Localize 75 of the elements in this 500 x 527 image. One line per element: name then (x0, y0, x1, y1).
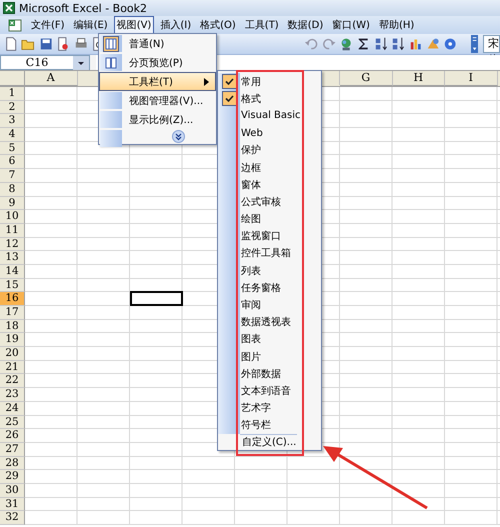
row-header[interactable]: 19 (0, 333, 25, 348)
menu-item[interactable]: 数据透视表 (218, 314, 321, 331)
menu-item[interactable]: 工具(T) (242, 16, 282, 34)
menu-item[interactable]: 图片 (218, 348, 321, 366)
menu-item[interactable]: 控件工具箱 (218, 244, 321, 262)
menu-item[interactable]: 编辑(E) (70, 16, 111, 34)
menu-item[interactable]: 格式(O) (197, 16, 239, 34)
row-header[interactable]: 11 (0, 224, 25, 238)
row-header[interactable]: 9 (0, 196, 25, 210)
menu-item[interactable]: 窗体 (218, 176, 321, 194)
menu-item[interactable]: 工具栏(T) (99, 72, 216, 91)
menu-item[interactable]: 监视窗口 (218, 228, 321, 245)
menu-item[interactable]: 任务窗格 (218, 279, 321, 296)
row-header[interactable]: 6 (0, 155, 25, 170)
menu-item[interactable]: 文本到语音 (218, 382, 321, 400)
menu-item[interactable]: 显示比例(Z)... (99, 110, 216, 129)
menu-item[interactable]: 帮助(H) (376, 16, 418, 34)
menu-item[interactable]: 符号栏 (218, 416, 321, 434)
row-header[interactable]: 13 (0, 251, 25, 265)
menu-item[interactable]: 插入(I) (157, 16, 194, 34)
window-title: Microsoft Excel - Book2 (19, 2, 148, 14)
row-header[interactable]: 3 (0, 114, 25, 128)
row-header[interactable]: 17 (0, 306, 25, 320)
row-header[interactable]: 27 (0, 442, 25, 457)
menu-item[interactable]: 绘图 (218, 210, 321, 228)
column-header[interactable]: G (340, 71, 392, 86)
menu-item[interactable]: 边框 (218, 158, 321, 176)
menu-item[interactable]: Visual Basic (218, 107, 321, 125)
row-header[interactable]: 22 (0, 374, 25, 388)
name-box-value: C16 (24, 56, 50, 69)
menu-item[interactable]: 常用 (218, 73, 321, 90)
row-header[interactable]: 15 (0, 278, 25, 292)
row-header[interactable]: 8 (0, 182, 25, 196)
row-header[interactable]: 7 (0, 169, 25, 183)
name-box[interactable]: C16 (0, 55, 90, 70)
row-header[interactable]: 18 (0, 320, 25, 334)
font-field[interactable]: 宋 (482, 35, 500, 53)
menu-item[interactable]: 视图(V) (114, 16, 154, 34)
row-header[interactable]: 29 (0, 470, 25, 484)
row-header[interactable]: 26 (0, 429, 25, 443)
row-header[interactable]: 16 (0, 292, 25, 306)
menu-item[interactable]: 保护 (218, 142, 321, 159)
row-header[interactable]: 23 (0, 388, 25, 402)
menu-item[interactable]: 窗口(W) (329, 16, 373, 34)
menu-item[interactable]: 数据(D) (284, 16, 326, 34)
menu-item[interactable]: 审阅 (218, 296, 321, 314)
menu-item[interactable]: 普通(N) (99, 34, 216, 53)
row-header[interactable]: 24 (0, 402, 25, 416)
menu-item[interactable]: Web (218, 124, 321, 142)
row-header[interactable]: 20 (0, 347, 25, 361)
menu-item[interactable]: 图表 (218, 330, 321, 348)
row-header[interactable]: 2 (0, 100, 25, 114)
row-header[interactable]: 31 (0, 498, 25, 512)
menu-item[interactable]: 艺术字 (218, 400, 321, 417)
menu-item[interactable]: 格式 (218, 90, 321, 108)
menu-item[interactable]: 视图管理器(V)... (99, 91, 216, 110)
row-header[interactable]: 14 (0, 264, 25, 279)
row-header[interactable]: 32 (0, 511, 25, 525)
menu-item[interactable]: 公式审核 (218, 193, 321, 210)
row-header[interactable]: 25 (0, 416, 25, 430)
menu-item[interactable]: 文件(F) (28, 16, 68, 34)
row-header[interactable]: 21 (0, 360, 25, 374)
column-header[interactable]: I (445, 71, 498, 86)
menu-item[interactable]: 外部数据 (218, 365, 321, 382)
row-header[interactable]: 10 (0, 210, 25, 224)
menu-item[interactable]: 列表 (218, 262, 321, 280)
row-header[interactable]: 5 (0, 142, 25, 156)
column-header[interactable]: A (25, 71, 78, 86)
row-header[interactable]: 1 (0, 87, 25, 101)
column-header[interactable]: H (392, 71, 445, 86)
row-header[interactable]: 28 (0, 456, 25, 470)
row-header[interactable]: 4 (0, 128, 25, 142)
row-header[interactable]: 12 (0, 238, 25, 252)
row-header[interactable]: 30 (0, 484, 25, 498)
menu-item[interactable]: 分页预览(P) (99, 53, 216, 72)
